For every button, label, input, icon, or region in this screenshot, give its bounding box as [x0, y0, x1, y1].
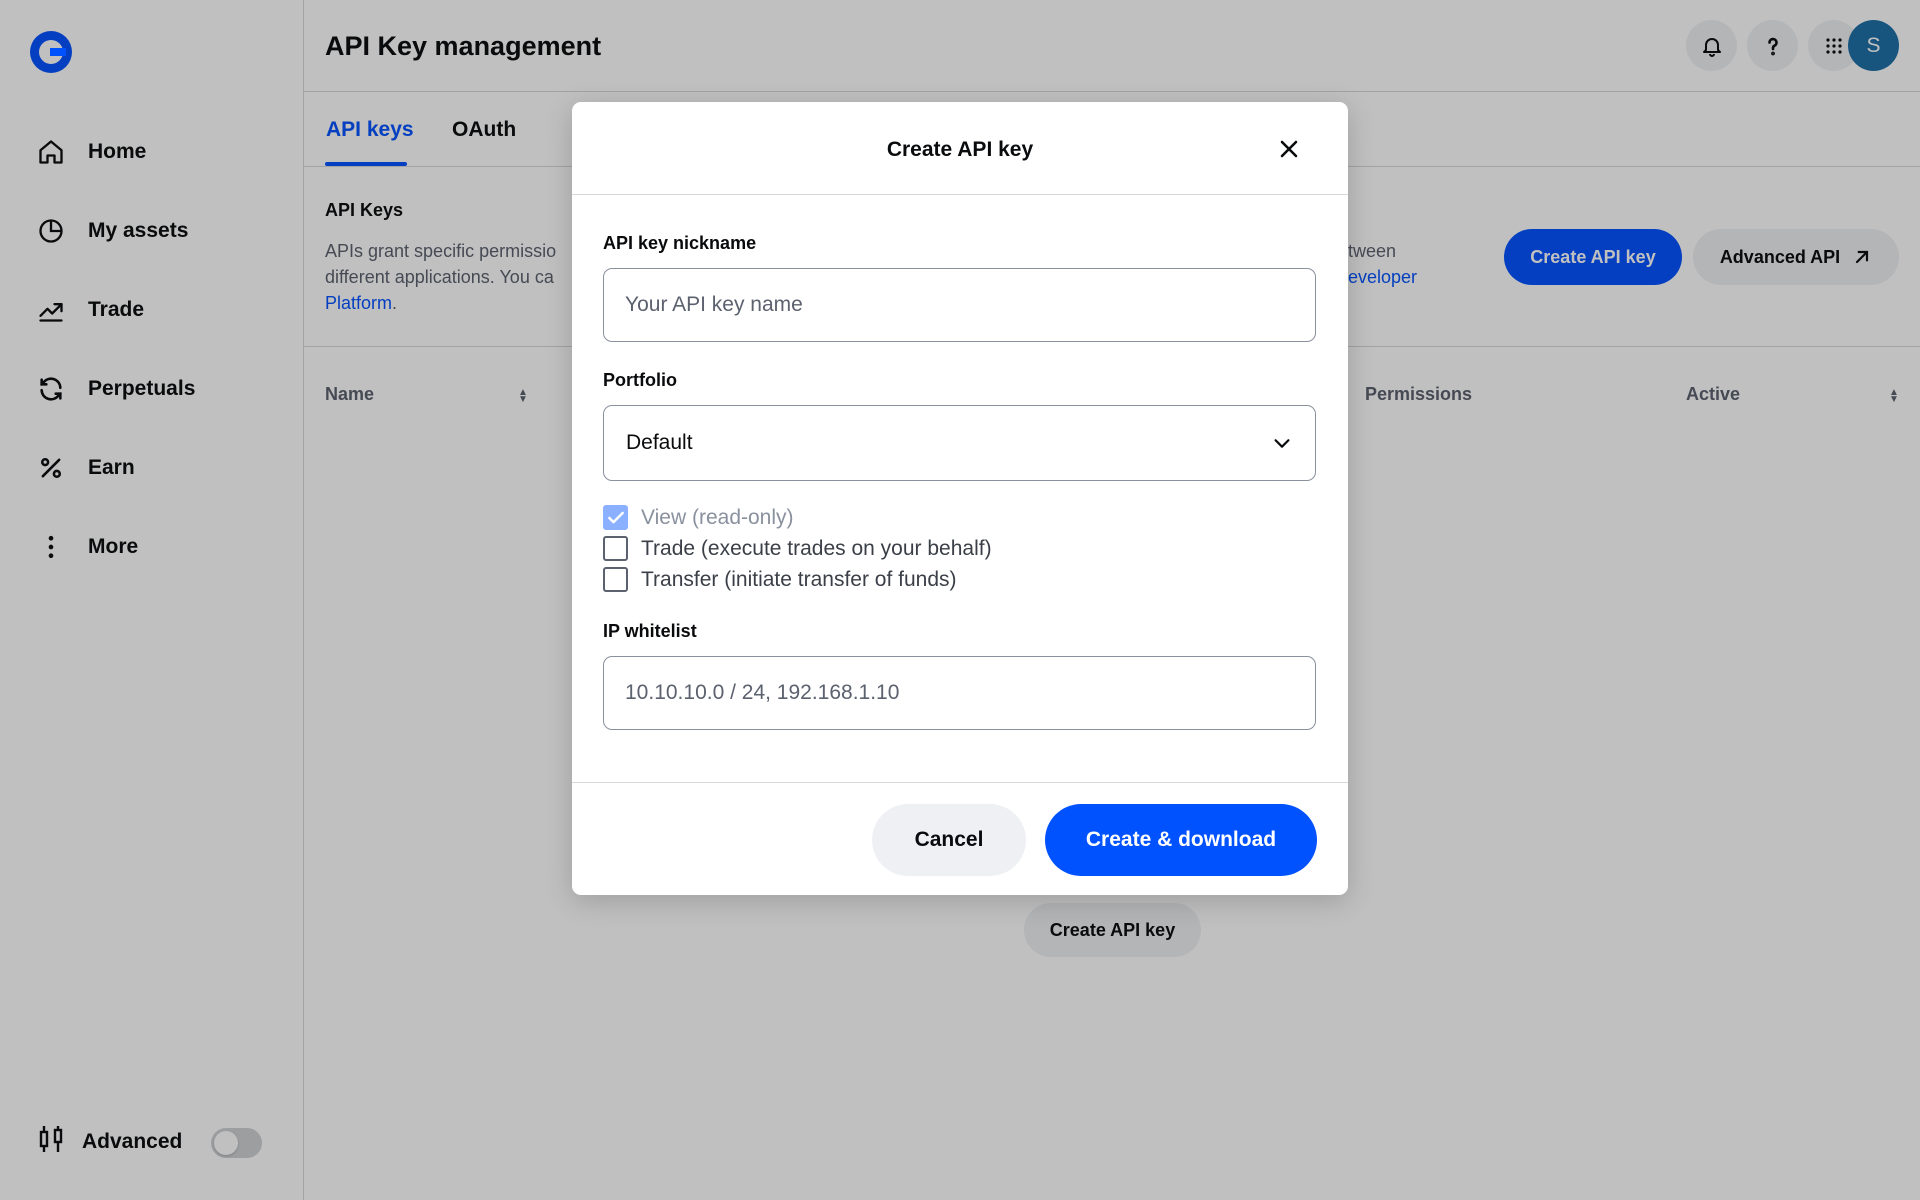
nickname-label: API key nickname [603, 233, 757, 253]
permission-transfer-checkbox[interactable]: Transfer (initiate transfer of funds) [603, 567, 957, 592]
checkbox-checked[interactable] [603, 505, 628, 530]
dialog-header-divider [572, 194, 1348, 195]
dialog-title: Create API key [886, 138, 1034, 161]
check-icon [607, 511, 624, 523]
portfolio-selected-value: Default [626, 431, 693, 454]
permission-view-checkbox[interactable]: View (read-only) [603, 505, 794, 530]
api-key-nickname-input[interactable] [603, 268, 1316, 342]
cancel-button[interactable]: Cancel [872, 804, 1026, 876]
create-and-download-button[interactable]: Create & download [1045, 804, 1317, 876]
permission-trade-label: Trade (execute trades on your behalf) [641, 536, 992, 560]
portfolio-label: Portfolio [603, 370, 677, 390]
close-icon [1280, 140, 1298, 158]
chevron-down-icon [1274, 439, 1290, 448]
dialog-footer-divider [572, 782, 1348, 783]
portfolio-select[interactable]: Default [603, 405, 1316, 481]
permission-transfer-label: Transfer (initiate transfer of funds) [641, 567, 957, 591]
checkbox-unchecked[interactable] [603, 567, 628, 592]
permission-view-label: View (read-only) [641, 505, 794, 529]
create-api-key-dialog: Create API key API key nickname Portfoli… [572, 102, 1348, 895]
ip-whitelist-label: IP whitelist [603, 621, 697, 641]
checkbox-unchecked[interactable] [603, 536, 628, 561]
ip-whitelist-input[interactable] [603, 656, 1316, 730]
permission-trade-checkbox[interactable]: Trade (execute trades on your behalf) [603, 536, 992, 561]
close-button[interactable] [1272, 132, 1306, 166]
